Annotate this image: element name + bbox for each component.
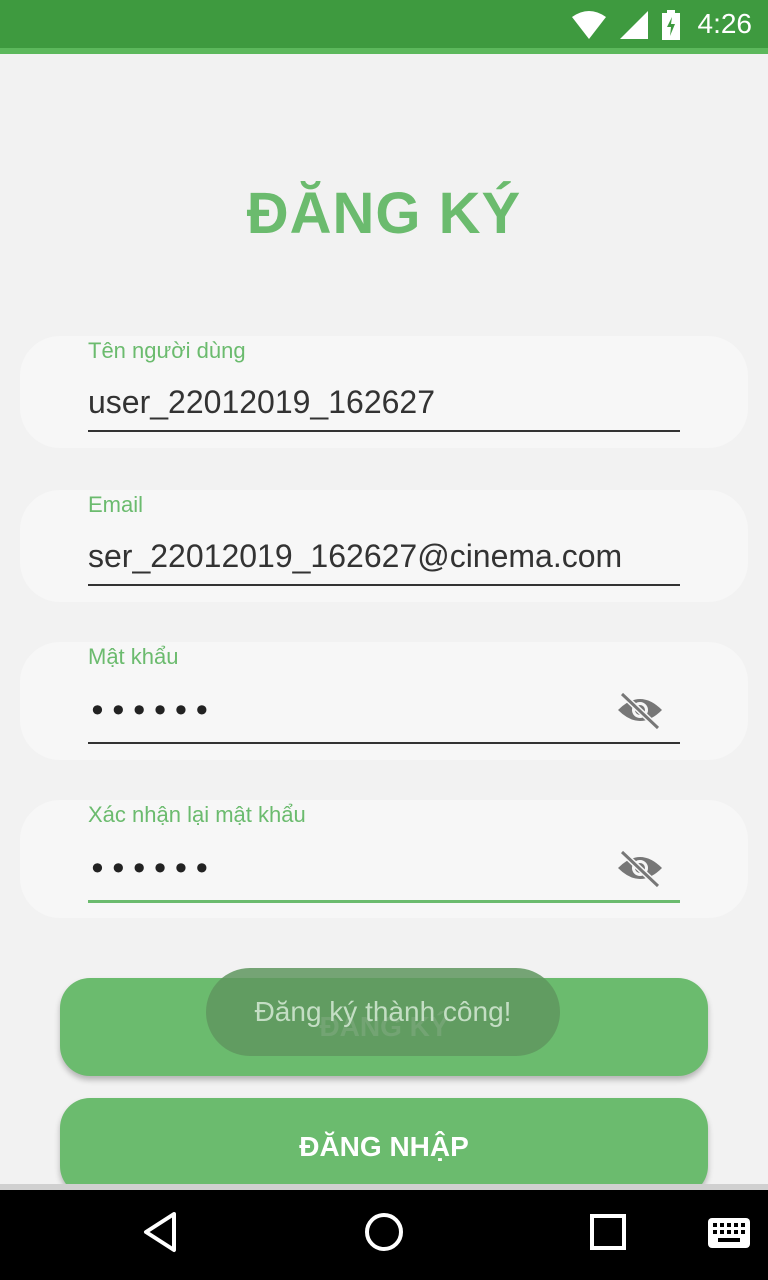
username-field[interactable]: user_22012019_162627 [88, 384, 680, 421]
password-card: Mật khẩu •••••• [20, 642, 748, 760]
recents-icon[interactable] [588, 1210, 628, 1254]
visibility-off-icon[interactable] [616, 690, 664, 730]
confirm-password-card: Xác nhận lại mật khẩu •••••• [20, 800, 748, 918]
wifi-icon [572, 11, 606, 39]
login-button[interactable]: ĐĂNG NHẬP [60, 1098, 708, 1196]
email-card: Email ser_22012019_162627@cinema.com [20, 490, 748, 602]
email-underline [88, 584, 680, 586]
status-icons [572, 10, 680, 40]
password-field[interactable]: •••••• [88, 692, 213, 730]
confirm-password-label: Xác nhận lại mật khẩu [88, 802, 306, 827]
toast-message: Đăng ký thành công! [206, 968, 560, 1056]
status-bar: 4:26 [0, 0, 768, 54]
email-field[interactable]: ser_22012019_162627@cinema.com [88, 538, 680, 575]
keyboard-icon[interactable] [708, 1218, 750, 1250]
username-label: Tên người dùng [88, 338, 246, 363]
username-card: Tên người dùng user_22012019_162627 [20, 336, 748, 448]
confirm-password-field[interactable]: •••••• [88, 850, 213, 888]
navigation-bar [0, 1190, 768, 1280]
page-title: ĐĂNG KÝ [246, 181, 522, 246]
password-underline [88, 742, 680, 744]
back-icon[interactable] [140, 1210, 180, 1254]
battery-icon [662, 10, 680, 40]
email-label: Email [88, 492, 144, 517]
cell-signal-icon [620, 11, 648, 39]
password-label: Mật khẩu [88, 644, 179, 669]
username-underline [88, 430, 680, 432]
home-icon[interactable] [362, 1210, 406, 1254]
visibility-off-icon[interactable] [616, 848, 664, 888]
confirm-password-underline [88, 900, 680, 903]
status-time: 4:26 [697, 8, 753, 39]
